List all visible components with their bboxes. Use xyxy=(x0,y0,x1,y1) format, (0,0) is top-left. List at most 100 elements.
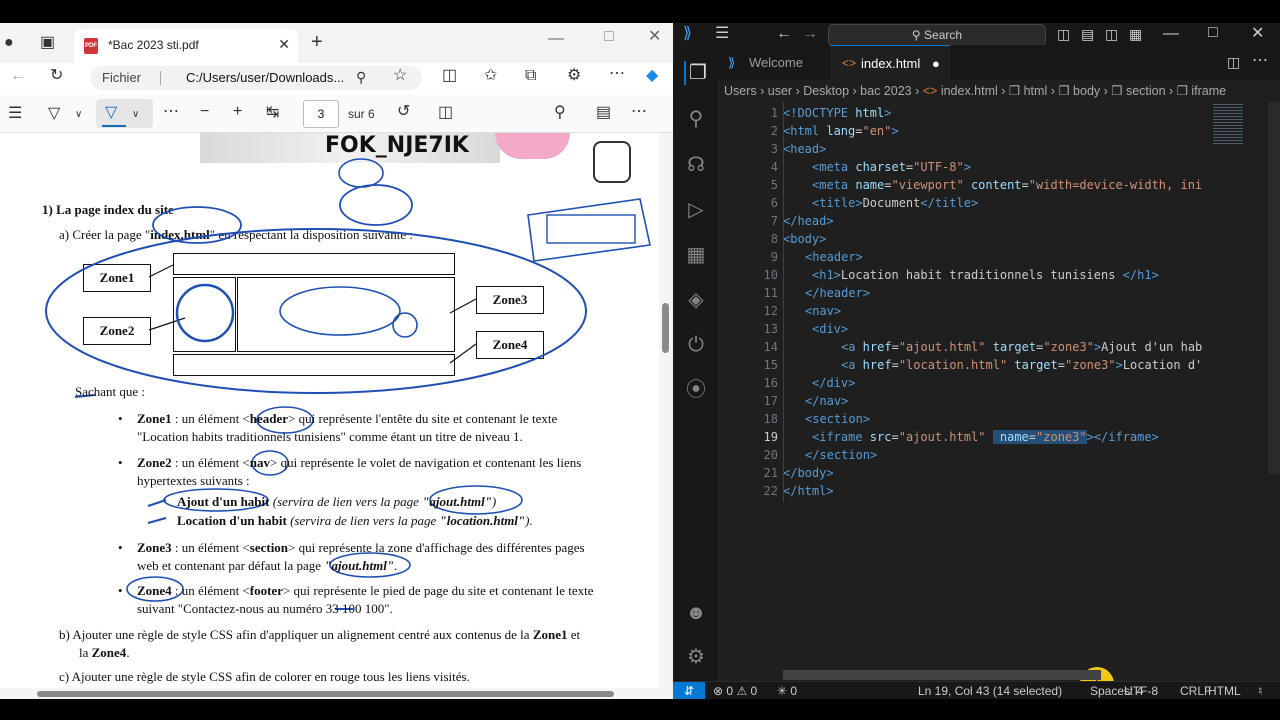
breadcrumb-item[interactable]: body xyxy=(1073,84,1100,98)
breadcrumb-item[interactable]: html xyxy=(1024,84,1048,98)
search-view-icon[interactable]: ⚲ xyxy=(684,107,708,131)
line-endings[interactable]: CRLF xyxy=(1180,682,1211,699)
breadcrumb-item[interactable]: bac 2023 xyxy=(860,84,911,98)
command-search[interactable]: ⚲ Search xyxy=(828,24,1046,46)
favorite-icon[interactable]: ☆ xyxy=(393,68,407,84)
source-control-icon[interactable]: ☊ xyxy=(684,153,708,177)
explorer-icon[interactable]: ❐ xyxy=(684,61,710,85)
back-icon[interactable]: ← xyxy=(10,68,26,84)
highlight-dropdown-icon[interactable]: ∨ xyxy=(75,107,82,123)
encoding[interactable]: UTF-8 xyxy=(1124,682,1158,699)
minimize-icon[interactable]: — xyxy=(1163,26,1179,42)
toggle-sidebar-icon[interactable]: ◫ xyxy=(1057,26,1070,42)
breadcrumb-item[interactable]: user xyxy=(768,84,792,98)
more-icon[interactable]: ⋯ xyxy=(609,66,625,82)
unsaved-dot-icon[interactable]: ● xyxy=(932,46,940,81)
problems-indicator[interactable]: ⊗ 0 ⚠ 0 xyxy=(713,682,757,699)
draw-color-bar xyxy=(102,125,126,127)
tab-actions-icon[interactable]: ▣ xyxy=(40,35,55,51)
breadcrumb-item[interactable]: index.html xyxy=(941,84,998,98)
line-number: 13 xyxy=(763,322,778,336)
contents-icon[interactable]: ☰ xyxy=(8,106,22,122)
zoom-icon[interactable]: ⚲ xyxy=(356,69,366,85)
page-view-icon[interactable]: ◫ xyxy=(438,105,453,121)
line-number-current: 19 xyxy=(763,430,778,444)
highlight-icon[interactable]: ▽ xyxy=(48,106,60,122)
page-number-input[interactable]: 3 xyxy=(303,100,339,128)
editor-vertical-scrollbar[interactable] xyxy=(1268,102,1280,474)
tab-index-html[interactable]: <> index.html ● xyxy=(830,45,950,81)
breadcrumb-item[interactable]: iframe xyxy=(1191,84,1226,98)
editor-horizontal-scrollbar[interactable] xyxy=(783,670,1101,680)
find-icon[interactable]: ⚲ xyxy=(554,105,566,121)
refresh-icon[interactable]: ↻ xyxy=(50,68,63,84)
code-line-2: <html lang="en"> xyxy=(783,124,899,138)
account-icon[interactable]: ☻ xyxy=(684,601,708,625)
line-number: 20 xyxy=(763,448,778,462)
pdf-vertical-thumb[interactable] xyxy=(662,303,669,353)
pdf-vertical-scrollbar[interactable] xyxy=(659,133,673,688)
run-debug-icon[interactable]: ▷ xyxy=(684,198,708,222)
qb-a: b) Ajouter une règle de style CSS afin d… xyxy=(59,627,533,642)
menu-icon[interactable]: ⋯ xyxy=(631,104,647,120)
profile-icon[interactable]: ● xyxy=(4,35,14,51)
close-tab-icon[interactable]: ✕ xyxy=(278,36,290,53)
z4-tag: footer xyxy=(249,583,283,598)
tab-welcome[interactable]: ⟫ Welcome xyxy=(718,45,830,80)
favorites-icon[interactable]: ✩ xyxy=(484,68,497,84)
notifications-icon[interactable]: ♮ xyxy=(1258,682,1262,699)
editor-more-icon[interactable]: ⋯ xyxy=(1252,53,1268,69)
pdf-horizontal-thumb[interactable] xyxy=(37,691,614,697)
split-editor-icon[interactable]: ◫ xyxy=(1227,54,1240,70)
breadcrumb-item[interactable]: Users xyxy=(718,84,757,98)
split-screen-icon[interactable]: ◫ xyxy=(442,68,457,84)
z2-label: Zone2 xyxy=(137,455,172,470)
maximize-icon[interactable]: □ xyxy=(604,29,614,45)
breadcrumb-item[interactable]: Desktop xyxy=(803,84,849,98)
minimap[interactable] xyxy=(1203,102,1280,682)
live-server-icon[interactable]: ⦿ xyxy=(684,378,708,402)
address-divider xyxy=(160,71,161,85)
collections-icon[interactable]: ⧉ xyxy=(525,68,536,84)
overflow-icon[interactable]: ⋯ xyxy=(163,104,179,120)
language-mode[interactable]: HTML xyxy=(1208,682,1241,699)
warning-icon: ⚠ xyxy=(736,684,748,698)
pdf-tab[interactable]: PDF *Bac 2023 sti.pdf ✕ xyxy=(74,29,298,63)
pdf-horizontal-scrollbar[interactable] xyxy=(0,688,673,699)
code-editor[interactable]: <!DOCTYPE html> <html lang="en"> <head> … xyxy=(783,102,1203,682)
address-url[interactable]: C:/Users/user/Downloads... xyxy=(186,70,344,85)
fit-page-icon[interactable]: ↹ xyxy=(266,105,279,121)
code-line-7: </head> xyxy=(783,214,834,228)
toggle-panel-icon[interactable]: ▤ xyxy=(1081,26,1094,42)
close-window-icon[interactable]: ✕ xyxy=(648,29,661,45)
remote-indicator-icon[interactable]: ⇵ xyxy=(673,682,705,699)
toggle-secondary-sidebar-icon[interactable]: ◫ xyxy=(1105,26,1118,42)
menu-icon[interactable]: ☰ xyxy=(715,26,729,42)
draw-tool-active[interactable]: ▽ ∨ xyxy=(96,99,153,128)
power-icon[interactable]: ⏻ xyxy=(684,333,708,357)
settings-gear-icon[interactable]: ⚙ xyxy=(684,645,708,669)
cursor-position[interactable]: Ln 19, Col 43 (14 selected) xyxy=(918,682,1062,699)
save-icon[interactable]: ▤ xyxy=(596,105,611,121)
zone4-desc: Zone4 : un élément <footer> qui représen… xyxy=(137,583,594,599)
ports-indicator[interactable]: ✳ 0 xyxy=(777,682,797,699)
breadcrumb-item[interactable]: section xyxy=(1126,84,1166,98)
link2-note-b: "location.html" xyxy=(439,513,526,528)
copilot-icon[interactable]: ◆ xyxy=(646,68,658,84)
zoom-in-icon[interactable]: + xyxy=(233,104,242,120)
nav-forward-icon[interactable]: → xyxy=(802,26,818,42)
extensions-icon[interactable]: ▦ xyxy=(684,243,708,267)
minimize-icon[interactable]: — xyxy=(548,31,564,47)
new-tab-icon[interactable]: + xyxy=(311,32,323,52)
close-window-icon[interactable]: ✕ xyxy=(1251,26,1264,42)
address-bar[interactable]: Fichier C:/Users/user/Downloads... xyxy=(90,66,422,90)
element-icon: ❒ xyxy=(1176,84,1188,98)
maximize-icon[interactable]: □ xyxy=(1208,25,1218,41)
nav-back-icon[interactable]: ← xyxy=(776,26,792,42)
customize-layout-icon[interactable]: ▦ xyxy=(1129,26,1142,42)
rotate-icon[interactable]: ↺ xyxy=(397,104,410,120)
python-icon[interactable]: ◈ xyxy=(684,288,708,312)
bullet-zone2: • xyxy=(118,455,123,470)
extensions-icon[interactable]: ⚙ xyxy=(567,68,581,84)
zoom-out-icon[interactable]: − xyxy=(200,104,209,120)
